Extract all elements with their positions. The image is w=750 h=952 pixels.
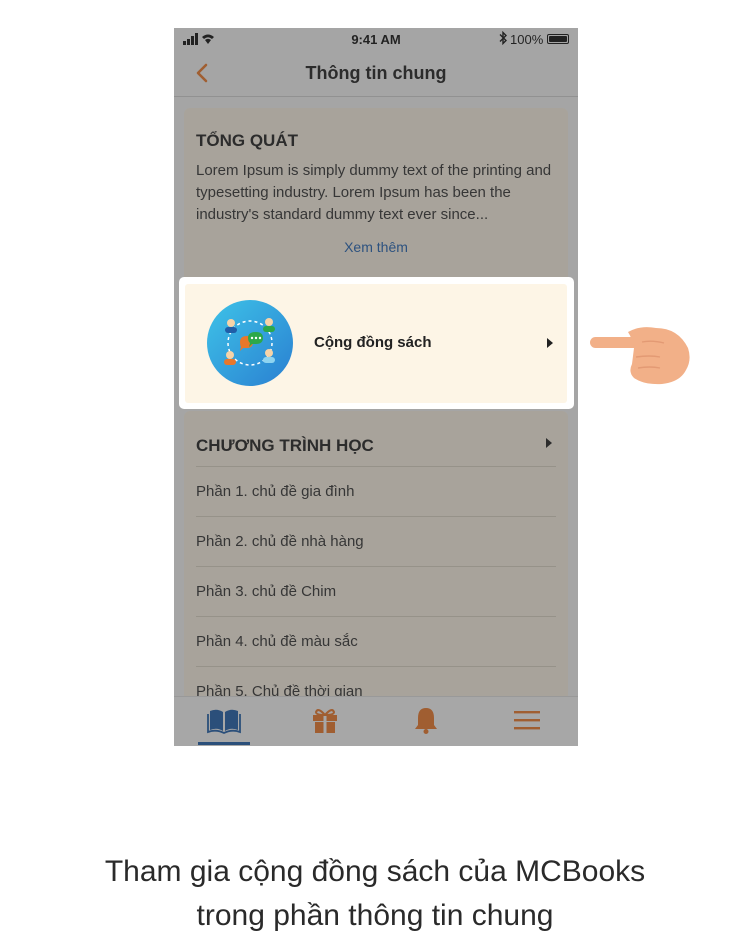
pointing-hand-icon [590,327,690,385]
tab-dim-overlay [174,696,578,746]
caption-line-1: Tham gia cộng đồng sách của MCBooks [104,855,646,888]
community-chat-icon [207,300,293,386]
community-button[interactable]: Cộng đồng sách [185,284,567,403]
caption: Tham gia cộng đồng sách của MCBooks tron… [0,850,750,938]
community-label: Cộng đồng sách [314,334,432,351]
caption-line-2: trong phần thông tin chung [196,899,554,932]
triangle-right-icon [547,338,553,348]
